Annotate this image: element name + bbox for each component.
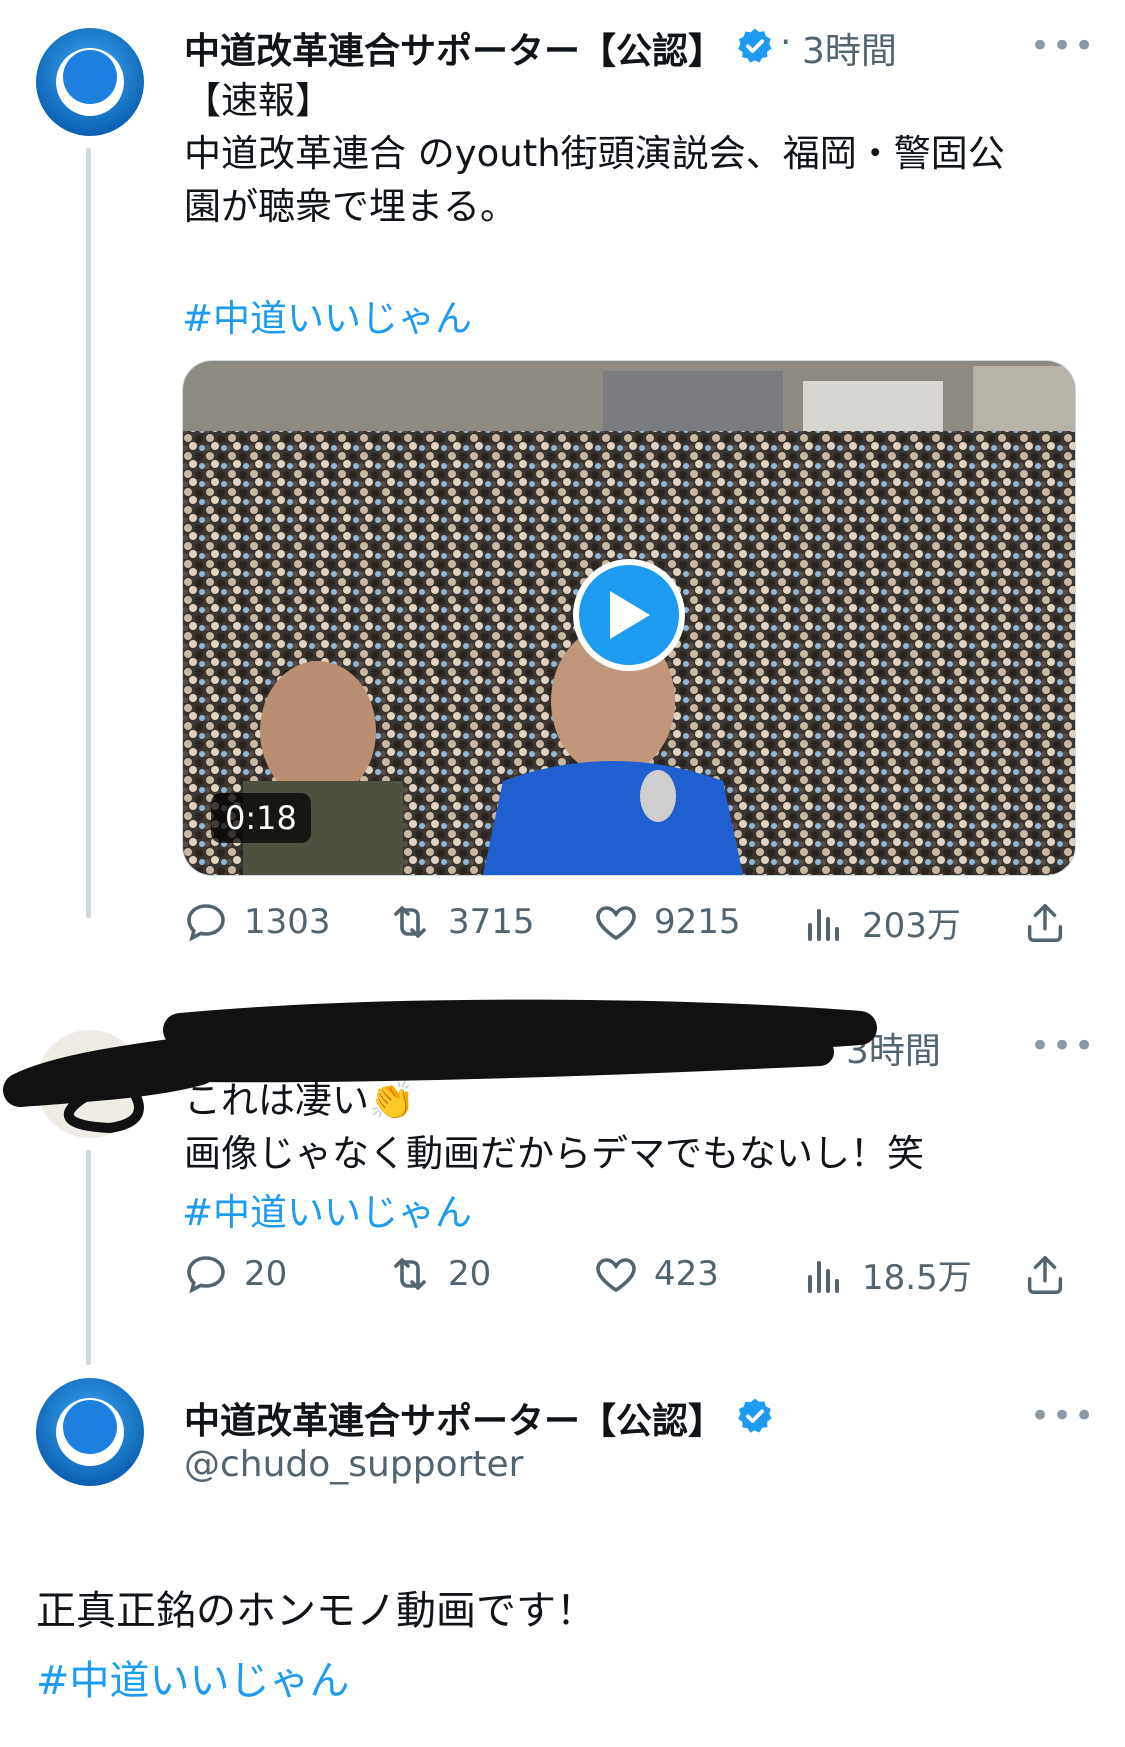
thread-line [86,1150,91,1365]
logo-icon [36,1378,144,1486]
heart-icon [596,906,636,941]
reply-button[interactable]: 1303 [182,898,331,946]
play-icon [610,591,650,639]
reply-icon [187,1256,225,1294]
separator: · [780,22,792,63]
tweet-text-line: これは凄い👏 [184,1079,416,1122]
like-count: 423 [654,1254,719,1294]
more-icon[interactable]: ••• [1030,1026,1096,1066]
logo-icon [36,28,144,136]
views-icon [808,1260,839,1293]
views-button[interactable]: 203万 [800,898,961,947]
video-player[interactable]: 0:18 [182,360,1076,876]
tweet-text-line: 中道改革連合 のyouth街頭演説会、福岡・警固公 [184,132,1005,175]
retweet-button[interactable]: 20 [386,1250,491,1298]
views-count: 18.5万 [862,1258,972,1298]
avatar[interactable] [36,1030,144,1138]
views-count: 203万 [862,906,961,946]
reply-count: 20 [244,1254,288,1294]
like-button[interactable]: 423 [592,1250,719,1298]
hashtag-link[interactable]: #中道いいじゃん [36,1648,350,1706]
more-icon[interactable]: ••• [1030,26,1096,66]
thread-line [86,148,91,918]
heart-icon [596,1258,636,1293]
retweet-count: 20 [448,1254,492,1294]
reply-count: 1303 [244,902,331,942]
retweet-count: 3715 [448,902,535,942]
display-name[interactable]: 中道改革連合サポーター【公認】 [184,1392,724,1444]
reply-icon [187,904,225,942]
hashtag-link[interactable]: #中道いいじゃん [182,1182,472,1236]
tweet-text-line: 園が聴衆で埋まる。 [184,185,517,228]
more-icon[interactable]: ••• [1030,1396,1096,1436]
reply-button[interactable]: 20 [182,1250,287,1298]
share-button[interactable] [1022,1252,1068,1302]
retweet-icon [394,1258,426,1290]
retweet-icon [394,906,426,938]
share-button[interactable] [1022,900,1068,950]
tweet-text-line: 【速報】 [184,79,332,122]
verified-badge-icon [738,1398,772,1433]
views-button[interactable]: 18.5万 [800,1250,972,1299]
avatar[interactable] [36,1378,144,1486]
hashtag-link[interactable]: #中道いいじゃん [182,288,472,342]
tweet-text: 正真正銘のホンモノ動画です！ [36,1588,596,1634]
user-handle[interactable]: @chudo_supporter [184,1444,523,1485]
play-button[interactable] [573,559,685,671]
like-button[interactable]: 9215 [592,898,741,946]
video-duration: 0:18 [211,793,311,843]
views-icon [808,908,839,941]
display-name[interactable]: 中道改革連合サポーター【公認】 [184,22,724,74]
tweet-text-line: 画像じゃなく動画だからデマでもないし！笑 [184,1132,924,1175]
timestamp[interactable]: 3時間 [846,1022,941,1074]
verified-badge-icon [738,28,772,63]
share-icon [1027,1256,1063,1294]
like-count: 9215 [654,902,741,942]
share-icon [1027,904,1063,942]
avatar[interactable] [36,28,144,136]
timestamp[interactable]: 3時間 [802,22,897,74]
retweet-button[interactable]: 3715 [386,898,535,946]
